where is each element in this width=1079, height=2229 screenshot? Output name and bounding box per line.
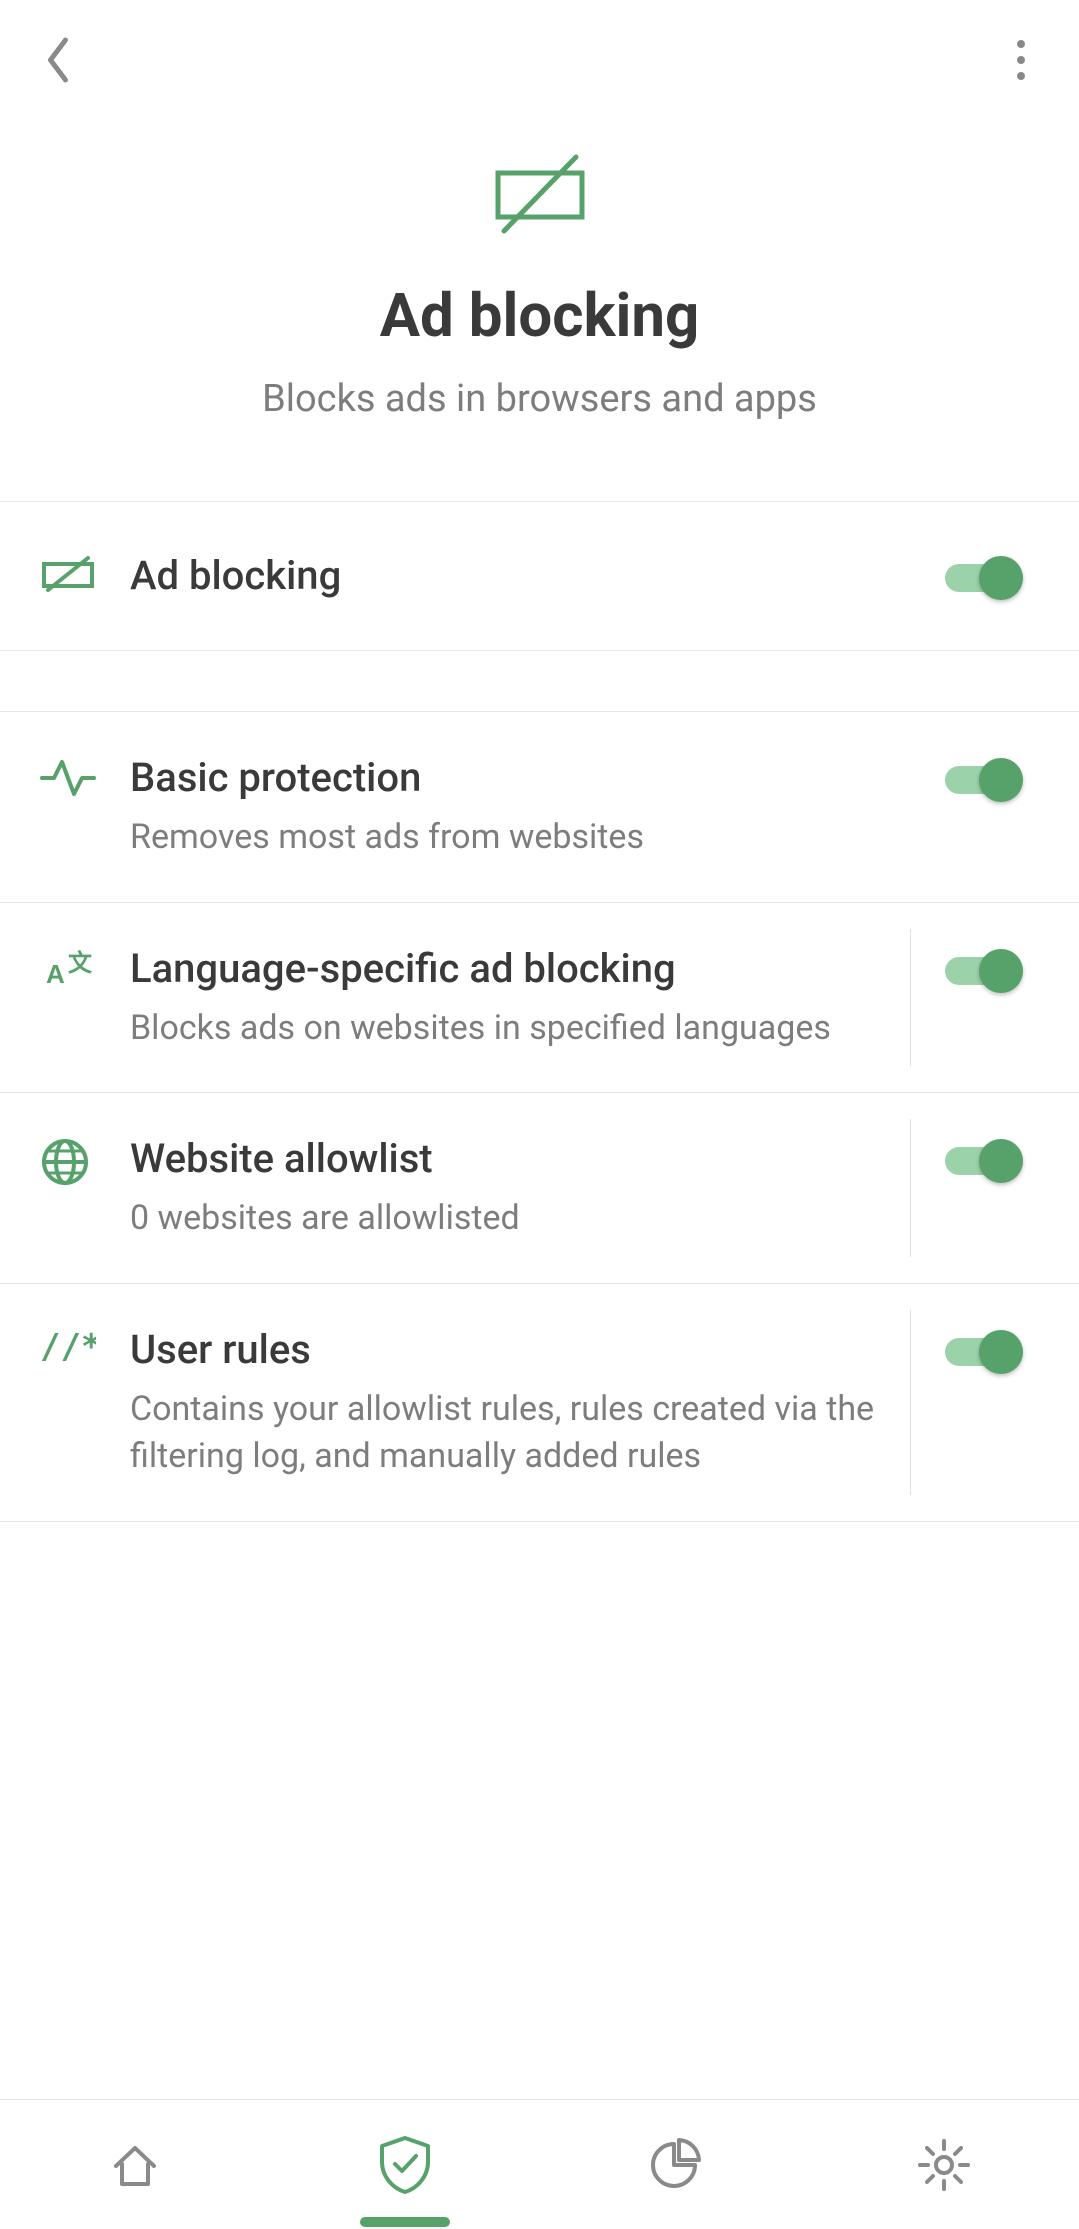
row-language-specific[interactable]: A 文 Language-specific ad blocking Blocks…	[0, 903, 1079, 1094]
nav-home[interactable]	[95, 2125, 175, 2205]
row-description: Removes most ads from websites	[130, 814, 899, 862]
top-bar	[0, 0, 1079, 120]
nav-stats[interactable]	[634, 2125, 714, 2205]
svg-text:文: 文	[68, 949, 93, 977]
row-ad-blocking[interactable]: Ad blocking	[0, 501, 1079, 651]
chevron-left-icon	[43, 35, 73, 85]
row-title: User rules	[130, 1324, 899, 1376]
shield-check-icon	[376, 2134, 434, 2196]
row-separator	[910, 929, 911, 1067]
row-user-rules[interactable]: //* User rules Contains your allowlist r…	[0, 1284, 1079, 1522]
row-title: Basic protection	[130, 752, 899, 804]
settings-list: Ad blocking Basic protection Removes mos…	[0, 501, 1079, 2099]
home-icon	[108, 2138, 162, 2192]
toggle-basic-protection[interactable]	[945, 758, 1023, 802]
row-description: Blocks ads on websites in specified lang…	[130, 1005, 899, 1053]
ad-block-icon	[40, 554, 96, 594]
row-description: 0 websites are allowlisted	[130, 1195, 899, 1243]
code-icon: //*	[40, 1328, 96, 1368]
nav-settings[interactable]	[904, 2125, 984, 2205]
row-description: Contains your allowlist rules, rules cre…	[130, 1386, 899, 1481]
svg-text://*: //*	[40, 1328, 96, 1367]
toggle-user-rules[interactable]	[945, 1330, 1023, 1374]
toggle-website-allowlist[interactable]	[945, 1139, 1023, 1183]
bottom-nav	[0, 2099, 1079, 2229]
svg-text:A: A	[46, 959, 65, 989]
globe-icon	[40, 1137, 90, 1187]
row-basic-protection[interactable]: Basic protection Removes most ads from w…	[0, 711, 1079, 903]
nav-protection[interactable]	[365, 2125, 445, 2205]
row-title: Ad blocking	[130, 550, 899, 602]
more-button[interactable]	[991, 30, 1051, 90]
row-title: Website allowlist	[130, 1133, 899, 1185]
screen: Ad blocking Blocks ads in browsers and a…	[0, 0, 1079, 2229]
back-button[interactable]	[28, 30, 88, 90]
toggle-language-specific[interactable]	[945, 949, 1023, 993]
ad-block-hero-icon	[480, 150, 600, 240]
row-website-allowlist[interactable]: Website allowlist 0 websites are allowli…	[0, 1093, 1079, 1284]
toggle-ad-blocking[interactable]	[945, 556, 1023, 600]
activity-icon	[40, 756, 96, 800]
gear-icon	[916, 2137, 972, 2193]
pie-chart-icon	[647, 2138, 701, 2192]
page-title: Ad blocking	[40, 280, 1039, 351]
row-separator	[910, 1310, 911, 1495]
language-icon: A 文	[40, 947, 96, 991]
nav-active-indicator	[360, 2217, 450, 2227]
more-vertical-icon	[1016, 39, 1026, 81]
row-separator	[910, 1119, 911, 1257]
hero: Ad blocking Blocks ads in browsers and a…	[0, 120, 1079, 501]
row-title: Language-specific ad blocking	[130, 943, 899, 995]
page-subtitle: Blocks ads in browsers and apps	[40, 377, 1039, 421]
